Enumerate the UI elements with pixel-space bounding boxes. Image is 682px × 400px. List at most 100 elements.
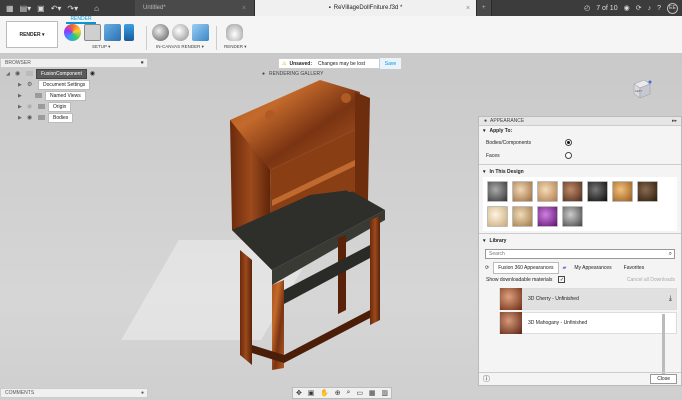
collapse-icon[interactable]: ◢	[6, 71, 12, 77]
faces-radio[interactable]	[565, 152, 572, 159]
ribbon: RENDER ▾ RENDER SETUP ▾ IN-CANVAS RENDER…	[0, 16, 682, 54]
library-section[interactable]: ▾ Library	[479, 236, 681, 246]
expand-icon[interactable]: ▶	[18, 93, 24, 99]
new-tab-button[interactable]: +	[476, 0, 492, 16]
library-item[interactable]: 3D Cherry - Unfinished ⤓	[499, 288, 677, 310]
tab-fusion-appearances[interactable]: Fusion 360 Appearances	[493, 261, 559, 274]
section-collapse-icon[interactable]: ▾	[483, 169, 486, 175]
expand-icon[interactable]: ▶	[18, 115, 24, 121]
library-scrollbar[interactable]	[662, 314, 665, 374]
swatch[interactable]	[562, 206, 583, 227]
tree-item-origin[interactable]: ▶ ◉ Origin	[0, 101, 148, 112]
appearance-icon[interactable]	[64, 24, 81, 41]
in-canvas-render-icon[interactable]	[152, 24, 169, 41]
render-teapot-icon[interactable]	[226, 24, 243, 41]
downloadable-checkbox[interactable]: ✓	[558, 276, 566, 283]
viewports-icon[interactable]: ▥	[381, 389, 388, 397]
expand-dialog-icon[interactable]: ▸▸	[672, 118, 677, 124]
download-icon[interactable]: ⤓	[669, 295, 672, 303]
cancel-downloads-link[interactable]: Cancel all Downloads	[627, 277, 675, 283]
tab-my-appearances[interactable]: My Appearances	[570, 263, 615, 273]
save-button[interactable]: Save	[379, 58, 401, 69]
library-item[interactable]: 3D Mahogany - Unfinished	[499, 312, 677, 334]
bodies-radio[interactable]	[565, 139, 572, 146]
activate-radio-icon[interactable]: ◉	[90, 70, 95, 77]
section-collapse-icon[interactable]: ▾	[483, 238, 486, 244]
close-icon[interactable]: ×	[466, 5, 470, 12]
grid-icon[interactable]: ▦	[369, 389, 376, 397]
swatch[interactable]	[562, 181, 583, 202]
capture-image-icon[interactable]	[192, 24, 209, 41]
in-canvas-settings-icon[interactable]	[172, 24, 189, 41]
faces-option-row[interactable]: Faces	[479, 149, 681, 162]
appearance-title: APPEARANCE	[490, 118, 525, 124]
file-menu-icon[interactable]: ▤▾	[20, 4, 32, 13]
visibility-icon[interactable]: ◉	[27, 103, 35, 110]
save-icon[interactable]: ▣	[37, 4, 45, 13]
redo-icon[interactable]: ↷▾	[67, 4, 78, 13]
pin-icon[interactable]: ●	[141, 390, 144, 396]
visibility-icon[interactable]: ◉	[15, 70, 23, 77]
library-search-input[interactable]: Search ⌕	[485, 249, 675, 259]
fit-icon[interactable]: ⌕	[347, 389, 351, 397]
appearance-header[interactable]: ● APPEARANCE ▸▸	[479, 117, 681, 126]
apply-to-section[interactable]: ▾ Apply To:	[479, 126, 681, 136]
tree-root[interactable]: ◢ ◉ FusionComponent ◉	[0, 68, 148, 79]
tab-render[interactable]: RENDER	[66, 16, 96, 24]
avatar[interactable]: EE	[667, 2, 678, 14]
tree-item-named-views[interactable]: ▶ Named Views	[0, 90, 148, 101]
tab-active-document[interactable]: ▪ ReVillageDollFniture.f3d * ×	[254, 0, 477, 16]
app-grid-icon[interactable]: ▦	[6, 4, 14, 13]
desk-model[interactable]	[210, 80, 390, 370]
notifications-icon[interactable]: ◉	[624, 4, 630, 12]
bell-icon[interactable]: ♪	[648, 5, 652, 12]
tree-item-bodies[interactable]: ▶ ◉ Bodies	[0, 112, 148, 123]
info-icon[interactable]: ⓘ	[483, 374, 490, 384]
tab-untitled[interactable]: Untitled* ×	[134, 0, 255, 16]
swatch[interactable]	[587, 181, 608, 202]
home-icon[interactable]: ⌂	[94, 4, 99, 13]
search-icon[interactable]: ⌕	[669, 251, 672, 258]
tab-favorites[interactable]: Favorites	[620, 263, 649, 273]
comments-panel[interactable]: COMMENTS ●	[0, 388, 148, 398]
refresh-icon[interactable]: ⟳	[485, 265, 489, 271]
physical-material-icon[interactable]	[84, 24, 101, 41]
close-icon[interactable]: ×	[242, 5, 246, 12]
browser-header[interactable]: BROWSER ●	[0, 58, 148, 68]
swatch[interactable]	[487, 206, 508, 227]
page-counter[interactable]: 7 of 10	[596, 5, 617, 12]
swatch[interactable]	[512, 181, 533, 202]
expand-icon[interactable]: ▶	[18, 82, 24, 88]
swatch[interactable]	[537, 181, 558, 202]
orbit-icon[interactable]: ✥	[296, 389, 302, 397]
zoom-icon[interactable]: ⊕	[335, 389, 341, 397]
root-component[interactable]: FusionComponent	[36, 68, 87, 79]
jobs-icon[interactable]: ⟳	[636, 4, 642, 12]
undo-icon[interactable]: ↶▾	[51, 4, 62, 13]
scene-settings-icon[interactable]	[104, 24, 121, 41]
pan-icon[interactable]: ✋	[320, 389, 329, 397]
expand-icon[interactable]: ▶	[18, 104, 24, 110]
render-group-label[interactable]: RENDER ▾	[224, 44, 247, 50]
rendering-gallery-toggle[interactable]: ● RENDERING GALLERY	[262, 71, 323, 77]
look-at-icon[interactable]: ▣	[308, 389, 315, 397]
help-icon[interactable]: ?	[657, 5, 661, 12]
swatch[interactable]	[512, 206, 533, 227]
display-settings-icon[interactable]: ▭	[356, 389, 363, 397]
setup-group-label[interactable]: SETUP ▾	[92, 44, 110, 50]
bodies-option-row[interactable]: Bodies/Components	[479, 136, 681, 149]
section-collapse-icon[interactable]: ▾	[483, 128, 486, 134]
swatch[interactable]	[537, 206, 558, 227]
in-design-section[interactable]: ▾ In This Design	[479, 167, 681, 177]
tree-item-document-settings[interactable]: ▶ ⚙ Document Settings	[0, 79, 148, 90]
view-cube[interactable]: LEFT	[630, 78, 652, 100]
workspace-selector[interactable]: RENDER ▾	[6, 21, 58, 48]
pin-icon[interactable]: ●	[140, 60, 144, 66]
in-canvas-render-label[interactable]: IN-CANVAS RENDER ▾	[156, 44, 204, 50]
swatch[interactable]	[487, 181, 508, 202]
texture-map-icon[interactable]	[124, 24, 134, 41]
swatch[interactable]	[637, 181, 658, 202]
visibility-icon[interactable]: ◉	[27, 114, 35, 121]
swatch[interactable]	[612, 181, 633, 202]
close-button[interactable]: Close	[650, 374, 677, 384]
